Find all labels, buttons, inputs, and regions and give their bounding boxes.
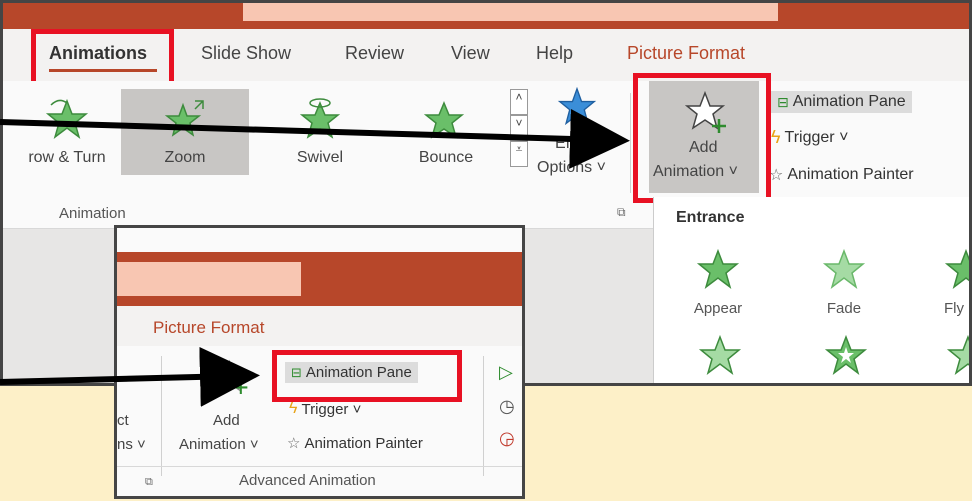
inset-title-bar	[117, 252, 522, 306]
bounce-star-icon	[424, 101, 468, 139]
inset-trigger-label: Trigger ˅	[301, 400, 362, 418]
tab-picture-format[interactable]: Picture Format	[627, 43, 745, 64]
inset-partial-button[interactable]: ct ns ˅	[117, 348, 161, 458]
inset-tab-picture-format[interactable]: Picture Format	[153, 318, 264, 338]
inset-ribbon-separator	[117, 466, 522, 467]
inset-screenshot: Picture Format ct ns ˅ ⧉ Add Animation ˅…	[114, 225, 525, 499]
entrance-fly[interactable]: Fly	[926, 247, 969, 317]
inset-trigger-icon: ϟ	[289, 400, 298, 417]
gallery-label: Swivel	[296, 149, 344, 166]
highlight-add-animation	[633, 73, 771, 203]
add-animation-dropdown: Entrance Appear Fade Fly	[653, 197, 969, 383]
group-divider	[630, 93, 631, 193]
inset-play-icon[interactable]: ▷	[499, 362, 513, 383]
effect-options-line2: Options ˅	[537, 159, 606, 176]
tab-help[interactable]: Help	[536, 43, 573, 64]
tab-slide-show[interactable]: Slide Show	[201, 43, 291, 64]
highlight-animation-pane	[272, 350, 462, 402]
search-box[interactable]	[243, 3, 778, 21]
trigger-button[interactable]: ϟ Trigger ˅	[771, 127, 848, 148]
gallery-item-swivel[interactable]: Swivel	[265, 89, 375, 175]
inset-clock-icon: ◷	[499, 396, 515, 416]
gallery-scroll-up-button[interactable]: ˄	[510, 89, 528, 115]
tab-review[interactable]: Review	[345, 43, 404, 64]
fly-label: Fly	[944, 300, 964, 317]
gallery-label: Bounce	[418, 149, 474, 166]
entrance-fade[interactable]: Fade	[804, 247, 884, 317]
inset-add-animation-button[interactable]: Add Animation ˅	[175, 348, 285, 460]
inset-tab-row: Picture Format	[117, 306, 522, 346]
inset-add-animation-line1: Add	[213, 412, 240, 429]
animation-pane-button[interactable]: ⊟ Animation Pane	[771, 91, 912, 113]
zoom-star-icon	[164, 100, 204, 137]
grow-turn-star-icon	[45, 98, 89, 139]
entrance-star-icon	[698, 334, 742, 375]
inset-delay-icon: ◶	[499, 428, 515, 448]
fade-star-icon	[822, 248, 866, 289]
dialog-launcher-icon[interactable]: ⧉	[617, 205, 626, 220]
gallery-label: Zoom	[164, 149, 206, 166]
gallery-more-button[interactable]: ⩡	[510, 141, 528, 167]
inset-divider-right	[483, 356, 484, 476]
trigger-icon: ϟ	[771, 127, 781, 147]
swivel-star-icon	[299, 98, 341, 139]
animation-painter-icon: ☆	[769, 167, 784, 184]
inset-dialog-launcher-icon[interactable]: ⧉	[145, 476, 153, 489]
gallery-label: row & Turn	[28, 149, 106, 166]
inset-partial-line1: ct	[117, 412, 129, 429]
entrance-header: Entrance	[676, 209, 745, 226]
inset-group-label-advanced-animation: Advanced Animation	[239, 472, 376, 489]
inset-divider-left	[161, 356, 162, 476]
trigger-label: Trigger ˅	[784, 128, 849, 146]
inset-trigger-button[interactable]: ϟ Trigger ˅	[289, 400, 361, 418]
animation-pane-label: Animation Pane	[792, 93, 906, 110]
entrance-star-icon	[946, 334, 969, 375]
tab-view[interactable]: View	[451, 43, 490, 64]
fade-label: Fade	[826, 300, 862, 317]
animation-painter-label: Animation Painter	[787, 166, 914, 183]
entrance-appear[interactable]: Appear	[678, 247, 758, 317]
inset-add-animation-line2: Animation ˅	[179, 436, 259, 453]
inset-search-box[interactable]	[117, 262, 301, 296]
effect-options-star-icon	[557, 87, 597, 126]
entrance-star-icon	[824, 334, 868, 375]
inset-animation-painter-label: Animation Painter	[304, 434, 423, 452]
inset-add-animation-star-icon	[213, 359, 248, 394]
inset-animation-painter-icon: ☆	[287, 435, 301, 452]
fly-star-icon	[944, 248, 969, 289]
inset-partial-line2: ns ˅	[117, 436, 146, 453]
group-label-animation: Animation	[59, 205, 126, 222]
gallery-item-zoom[interactable]: Zoom	[121, 89, 249, 175]
gallery-item-bounce[interactable]: Bounce	[391, 89, 501, 175]
animation-pane-icon: ⊟	[777, 93, 789, 110]
appear-star-icon	[696, 248, 740, 289]
title-bar	[3, 3, 969, 29]
animation-painter-button[interactable]: ☆ Animation Painter	[769, 165, 914, 185]
inset-animation-painter-button[interactable]: ☆ Animation Painter	[287, 434, 423, 453]
gallery-scroll-down-button[interactable]: ˅	[510, 115, 528, 141]
appear-label: Appear	[693, 300, 743, 317]
effect-options-button[interactable]: Effect Options ˅	[535, 87, 615, 191]
highlight-animations-tab	[31, 29, 174, 87]
gallery-item-grow-turn[interactable]: row & Turn	[17, 89, 117, 175]
effect-options-line1: Effect	[555, 135, 596, 152]
